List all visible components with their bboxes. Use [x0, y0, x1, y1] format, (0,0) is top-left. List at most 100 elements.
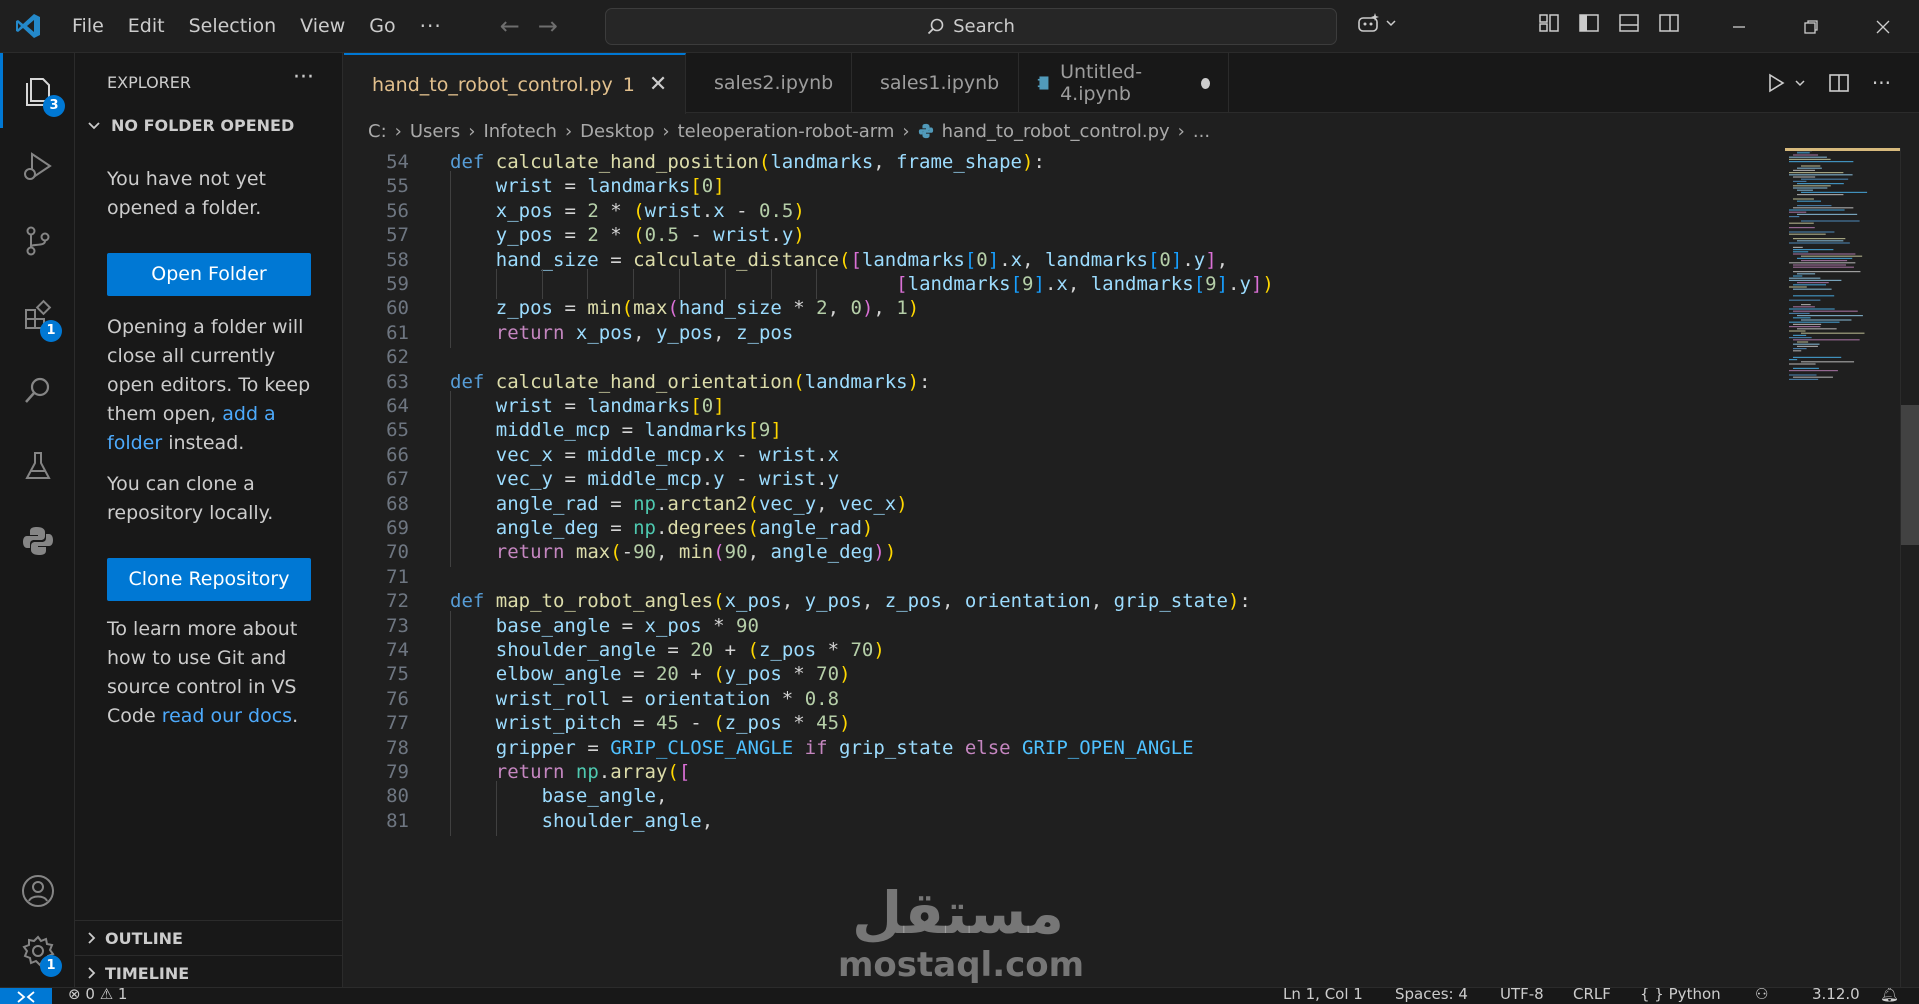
activity-search[interactable] [0, 353, 75, 428]
code-token: ( [667, 297, 679, 320]
chevron-down-icon[interactable] [1794, 78, 1806, 88]
vertical-scrollbar[interactable] [1900, 148, 1919, 987]
minimap-line [1793, 264, 1847, 266]
code-token: ] [987, 248, 1000, 271]
code-token: 2 [816, 297, 828, 320]
python-env-icon[interactable]: ⚇ [1755, 988, 1768, 1003]
back-arrow-icon[interactable]: ← [500, 12, 520, 40]
breadcrumb-item[interactable]: ... [1193, 121, 1210, 142]
code-token: , [713, 321, 737, 344]
end-of-line[interactable]: CRLF [1573, 988, 1611, 1003]
code-token: elbow_angle [495, 663, 622, 686]
customize-layout-icon[interactable] [1538, 12, 1560, 34]
close-icon[interactable] [1847, 0, 1919, 53]
tab-hand-to-robot-control[interactable]: hand_to_robot_control.py 1 ✕ [344, 53, 686, 114]
run-file-icon[interactable] [1766, 73, 1786, 93]
read-docs-link[interactable]: read our docs [162, 705, 292, 727]
minimap-line [1789, 174, 1853, 176]
code-token: , [1090, 590, 1114, 613]
tab-sales2[interactable]: sales2.ipynb [686, 53, 852, 113]
activity-extensions[interactable]: 1 [0, 278, 75, 353]
code-token: def [450, 370, 496, 393]
code-token: : [1239, 590, 1251, 613]
tab-untitled-4[interactable]: Untitled-4.ipynb [1019, 53, 1229, 113]
command-center-search[interactable]: Search [605, 8, 1337, 45]
minimap-line [1793, 275, 1803, 277]
problems-indicator[interactable]: ⊗ 0 ⚠ 1 [68, 988, 127, 1003]
breadcrumb-item[interactable]: C: [368, 121, 387, 142]
notifications-bell-icon[interactable]: 🔔︎ [1880, 988, 1899, 1003]
minimap-line [1793, 187, 1828, 189]
toggle-panel-icon[interactable] [1618, 12, 1640, 34]
status-bar: ⊗ 0 ⚠ 1 Ln 1, Col 1 Spaces: 4 UTF-8 CRLF… [0, 987, 1919, 1004]
remote-indicator[interactable] [0, 988, 52, 1004]
minimap-line [1793, 207, 1854, 209]
explorer-more-actions[interactable]: ··· [293, 65, 314, 90]
code-token: 9 [1022, 273, 1034, 295]
menu-edit[interactable]: Edit [116, 8, 177, 44]
minimap[interactable] [1785, 148, 1905, 448]
chevron-right-icon [88, 932, 96, 944]
activity-run-debug[interactable] [0, 128, 75, 203]
breadcrumb-item[interactable]: teleoperation-robot-arm [678, 121, 895, 142]
no-folder-section-header[interactable]: NO FOLDER OPENED [87, 116, 294, 135]
code-token: 70 [850, 639, 874, 661]
unsaved-dot-icon[interactable] [1201, 77, 1210, 89]
restore-icon[interactable] [1775, 0, 1847, 53]
code-token: wrist [644, 199, 702, 222]
outline-section-header[interactable]: OUTLINE [75, 920, 343, 955]
indentation[interactable]: Spaces: 4 [1395, 988, 1468, 1003]
breadcrumb-item[interactable]: Users [410, 121, 460, 142]
notebook-icon [1037, 76, 1049, 90]
explorer-badge: 3 [43, 95, 65, 117]
activity-python[interactable] [0, 503, 75, 578]
minimap-line [1789, 370, 1838, 372]
code-token: ( [793, 370, 805, 393]
tab-sales1[interactable]: sales1.ipynb [852, 53, 1019, 113]
code-token: ( [747, 639, 759, 661]
timeline-section-header[interactable]: TIMELINE [75, 955, 343, 990]
layout-controls [1538, 12, 1680, 34]
code-token: return [495, 321, 576, 344]
forward-arrow-icon[interactable]: → [538, 12, 558, 40]
code-token: landmarks [587, 175, 691, 198]
minimap-line [1797, 194, 1844, 196]
breadcrumb-item[interactable]: Desktop [580, 121, 654, 142]
toggle-primary-sidebar-icon[interactable] [1578, 12, 1600, 34]
menu-go[interactable]: Go [357, 8, 407, 44]
code-token: 0 [850, 297, 862, 320]
code-token: return [495, 761, 576, 783]
code-editor[interactable]: 54 def calculate_hand_position(landmarks,… [344, 148, 1919, 987]
activity-explorer[interactable]: 3 [0, 53, 75, 128]
scrollbar-thumb[interactable] [1901, 405, 1919, 545]
menu-file[interactable]: File [60, 8, 116, 44]
code-token: ] [1216, 273, 1229, 295]
cursor-position[interactable]: Ln 1, Col 1 [1283, 988, 1363, 1003]
close-tab-icon[interactable]: ✕ [649, 72, 667, 97]
python-version[interactable]: 3.12.0 [1812, 988, 1860, 1003]
code-token: ( [610, 541, 622, 564]
menu-more[interactable]: ··· [408, 8, 454, 44]
open-folder-button[interactable]: Open Folder [107, 253, 311, 296]
code-token: ) [884, 541, 897, 564]
chevron-right-icon: › [662, 120, 670, 142]
menu-view[interactable]: View [288, 8, 357, 44]
code-token: = [621, 663, 656, 686]
copilot-button[interactable] [1357, 12, 1397, 34]
encoding[interactable]: UTF-8 [1500, 988, 1544, 1003]
toggle-secondary-sidebar-icon[interactable] [1658, 12, 1680, 34]
breadcrumb-item[interactable]: Infotech [483, 121, 557, 142]
menu-selection[interactable]: Selection [177, 8, 289, 44]
split-editor-icon[interactable] [1828, 73, 1850, 93]
breadcrumb-item[interactable]: hand_to_robot_control.py [942, 121, 1170, 142]
clone-repository-button[interactable]: Clone Repository [107, 558, 311, 601]
minimize-icon[interactable] [1703, 0, 1775, 53]
activity-source-control[interactable] [0, 203, 75, 278]
more-actions-icon[interactable]: ··· [1872, 71, 1891, 95]
code-line[interactable]: 81 shoulder_angle, [344, 805, 1784, 836]
code-token: * [781, 663, 817, 686]
language-mode[interactable]: { } Python [1640, 988, 1721, 1003]
activity-manage[interactable]: 1 [0, 913, 75, 988]
code-token: [ [1193, 273, 1206, 295]
activity-testing[interactable] [0, 428, 75, 503]
